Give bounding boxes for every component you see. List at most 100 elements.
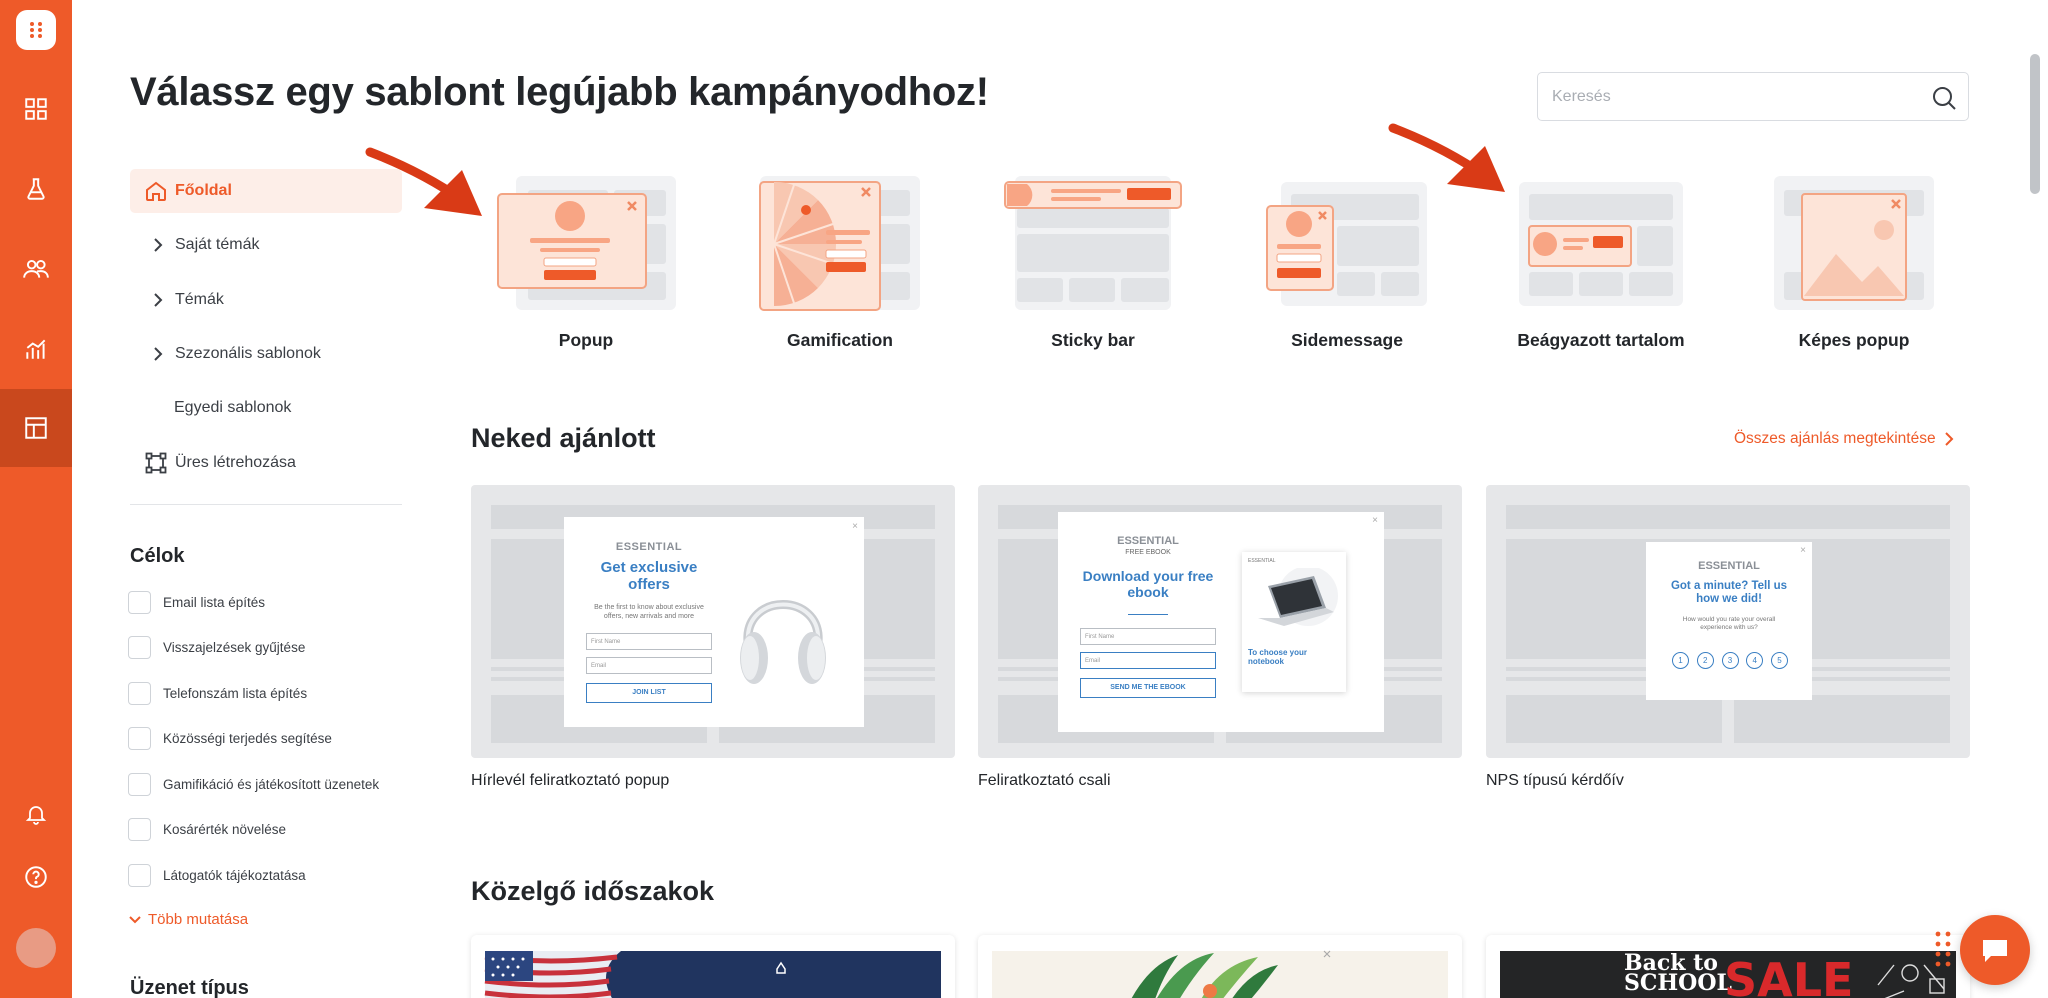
template-card-title[interactable]: NPS típusú kérdőív <box>1486 772 1624 790</box>
type-label: Képes popup <box>1798 330 1910 350</box>
preview-field: First Name <box>586 633 712 650</box>
goal-label: Látogatók tájékoztatása <box>163 867 306 883</box>
blank-frame-icon <box>143 450 169 476</box>
dashboard-icon[interactable] <box>0 70 72 148</box>
headphones-image <box>740 600 826 684</box>
checkbox[interactable] <box>128 817 151 841</box>
preview-field: First Name <box>1080 628 1216 645</box>
app-logo-icon[interactable] <box>16 10 56 50</box>
template-card-title[interactable]: Hírlevél feliratkoztató popup <box>471 772 669 790</box>
nav-item-themes[interactable]: Témák <box>130 278 402 322</box>
goal-label: Telefonszám lista építés <box>163 685 308 701</box>
see-all-link[interactable]: Összes ajánlás megtekintése <box>1734 430 1954 448</box>
type-tile-sticky-bar[interactable]: Sticky bar <box>993 172 1193 358</box>
school-banner-text: Back to SCHOOL <box>1624 952 1732 996</box>
close-icon: × <box>852 521 858 532</box>
nps-option: 5 <box>1771 652 1788 669</box>
checkbox[interactable] <box>128 863 151 887</box>
embedded-illustration <box>1519 182 1683 306</box>
laptop-image <box>1258 568 1338 626</box>
image-popup-illustration <box>1774 176 1934 310</box>
period-card-school[interactable]: Back to SCHOOL SALE <box>1486 935 1970 998</box>
goal-label: Email lista építés <box>163 594 266 610</box>
goal-label: Visszajelzések gyűjtése <box>163 639 306 655</box>
period-card-summer[interactable] <box>978 935 1462 998</box>
nav-item-own-themes[interactable]: Saját témák <box>130 223 402 267</box>
chevron-right-icon <box>1944 431 1954 447</box>
avatar[interactable] <box>16 928 56 968</box>
search-input[interactable] <box>1552 85 1912 109</box>
preview-field: Email <box>586 657 712 674</box>
preview-brand: ESSENTIAL <box>1698 560 1760 572</box>
type-tile-image-popup[interactable]: Képes popup <box>1754 172 1954 358</box>
type-tile-popup[interactable]: Popup <box>486 172 686 358</box>
arrow-icon <box>365 147 482 216</box>
goal-checkbox[interactable]: Email lista építés <box>128 589 418 615</box>
preview-body: How would you rate your overall experien… <box>1682 616 1776 631</box>
flask-icon[interactable] <box>0 150 72 228</box>
goal-label: Kosárérték növelése <box>163 821 287 837</box>
goal-checkbox[interactable]: Telefonszám lista építés <box>128 680 418 706</box>
chat-button[interactable] <box>1960 915 2030 985</box>
type-label: Sidemessage <box>1291 330 1403 350</box>
nav-item-seasonal[interactable]: Szezonális sablonok <box>130 332 402 376</box>
nav-item-label: Egyedi sablonok <box>174 399 292 416</box>
nav-item-custom-templates[interactable]: Egyedi sablonok <box>130 386 402 430</box>
school-banner: Back to SCHOOL SALE <box>1500 951 1956 998</box>
nps-option: 3 <box>1721 652 1739 669</box>
preview-headline: Got a minute? Tell us how we did! <box>1670 580 1788 605</box>
show-more-label: Több mutatása <box>148 911 249 928</box>
checkbox[interactable] <box>128 726 151 750</box>
checkbox[interactable] <box>128 590 151 614</box>
template-card-title[interactable]: Feliratkoztató csali <box>978 772 1111 790</box>
chevron-down-icon <box>128 915 142 925</box>
nps-option: 4 <box>1746 652 1764 669</box>
goal-checkbox[interactable]: Közösségi terjedés segítése <box>128 725 418 751</box>
show-more-link[interactable]: Több mutatása <box>128 911 248 928</box>
ebook-title: To choose your notebook <box>1248 648 1307 666</box>
chat-bubble-icon <box>1983 940 2007 962</box>
app-rail <box>0 0 72 998</box>
nav-item-label: Főoldal <box>175 182 232 199</box>
sticky-bar-illustration <box>1004 176 1182 310</box>
type-tile-embedded[interactable]: Beágyazott tartalom <box>1501 172 1701 358</box>
type-tile-sidemessage[interactable]: Sidemessage <box>1247 172 1447 358</box>
wheel-illustration <box>759 176 920 311</box>
checkbox[interactable] <box>128 681 151 705</box>
type-tile-gamification[interactable]: Gamification <box>740 172 940 358</box>
preview-button: JOIN LIST <box>586 683 712 703</box>
banner-sale-text: SALE <box>1724 953 1854 998</box>
goal-checkbox[interactable]: Gamifikáció és játékosított üzenetek <box>128 771 418 797</box>
chevron-right-icon <box>148 235 168 255</box>
type-label: Gamification <box>787 330 893 350</box>
banner-text-line: SCHOOL <box>1624 970 1732 996</box>
tropical-banner <box>992 950 1448 998</box>
period-card-usa[interactable] <box>471 935 955 998</box>
templates-icon[interactable] <box>0 389 72 467</box>
goal-checkbox[interactable]: Látogatók tájékoztatása <box>128 862 418 888</box>
chevron-right-icon <box>148 344 168 364</box>
divider <box>1128 614 1168 615</box>
users-icon[interactable] <box>0 230 72 308</box>
message-type-title: Üzenet típus <box>130 977 249 998</box>
popup-preview: × ESSENTIAL Get exclusive offers Be the … <box>564 517 864 727</box>
preview-headline: Get exclusive offers <box>600 559 698 593</box>
goal-checkbox[interactable]: Kosárérték növelése <box>128 816 418 842</box>
type-label: Sticky bar <box>1051 330 1135 350</box>
grid-dots-icon[interactable] <box>1934 930 1952 970</box>
search-icon[interactable] <box>1930 84 1958 112</box>
type-label: Popup <box>558 330 614 350</box>
nav-item-create-blank[interactable]: Üres létrehozása <box>130 441 402 485</box>
checkbox[interactable] <box>128 635 151 659</box>
goal-checkbox[interactable]: Visszajelzések gyűjtése <box>128 634 418 660</box>
template-card[interactable]: × ESSENTIAL FREE EBOOK Download your fre… <box>978 485 1462 758</box>
analytics-icon[interactable] <box>0 310 72 388</box>
template-card[interactable]: × ESSENTIAL Got a minute? Tell us how we… <box>1486 485 1970 758</box>
scrollbar-thumb[interactable] <box>2030 54 2040 194</box>
checkbox[interactable] <box>128 772 151 796</box>
help-icon[interactable] <box>0 838 72 916</box>
chevron-right-icon <box>148 290 168 310</box>
page-title: Válassz egy sablont legújabb kampányodho… <box>130 70 989 114</box>
usa-flag-banner <box>484 951 941 998</box>
template-card[interactable]: × ESSENTIAL Get exclusive offers Be the … <box>471 485 955 758</box>
